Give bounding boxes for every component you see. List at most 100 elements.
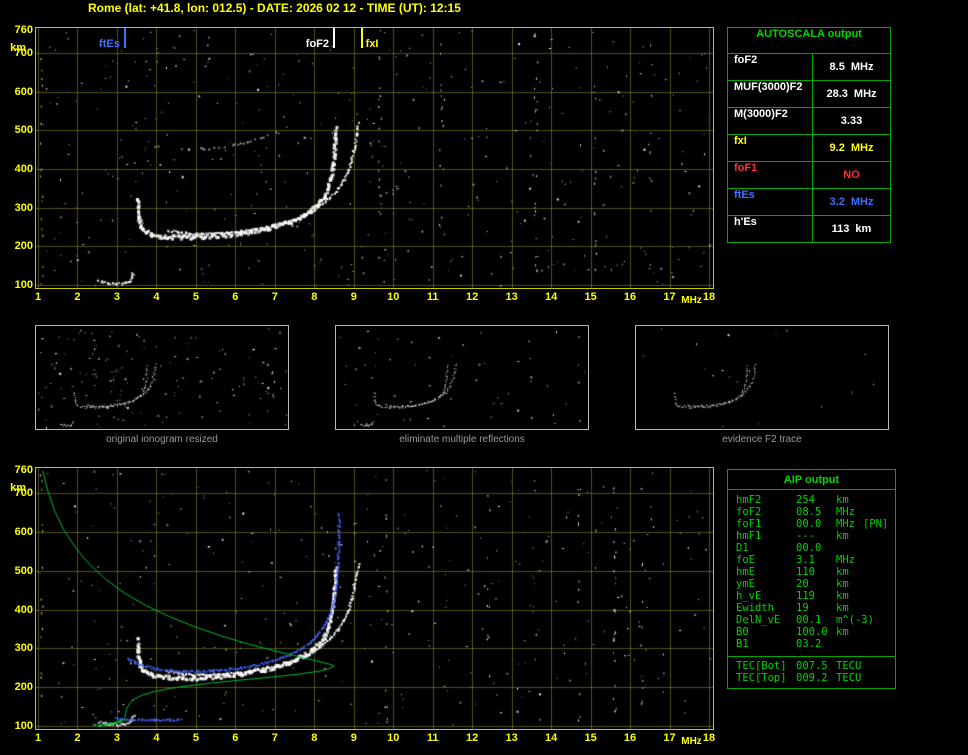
autoscala-row-value: 113 km xyxy=(831,223,872,235)
autoscala-row-value: 3.33 xyxy=(840,115,863,127)
autoscala-row-value: NO xyxy=(843,169,860,181)
autoscala-row-value: 3.2 MHz xyxy=(829,196,874,208)
x-axis-tick-label: 8 xyxy=(311,291,318,303)
x-axis-tick-label: 8 xyxy=(311,732,318,744)
aip-row-hme: hmE 110 km xyxy=(736,566,849,578)
x-axis-tick-label: 9 xyxy=(350,732,357,744)
y-axis-tick-label: 300 xyxy=(14,642,33,655)
aip-row-b0: B0 100.0 km xyxy=(736,626,849,638)
aip-row-d1: D1 00.0 xyxy=(736,542,822,554)
thumbnail-caption-eliminate: eliminate multiple reflections xyxy=(399,434,525,445)
x-axis-tick-label: 3 xyxy=(113,732,120,744)
aip-table-title: AIP output xyxy=(728,470,895,490)
x-axis-tick-label: 14 xyxy=(544,732,558,744)
y-axis-tick-label: 500 xyxy=(14,124,33,137)
ionogram-plot-bottom xyxy=(35,467,714,730)
y-axis-unit-label: km xyxy=(10,42,26,54)
x-axis-tick-label: 9 xyxy=(350,291,357,303)
x-axis-tick-label: 13 xyxy=(505,732,518,744)
y-axis-unit-label: km xyxy=(10,482,26,494)
x-axis-tick-label: 6 xyxy=(232,732,239,744)
x-axis-tick-label: 16 xyxy=(623,732,637,744)
aip-row-yme: ymE 20 km xyxy=(736,578,849,590)
x-axis-tick-label: 4 xyxy=(153,291,160,303)
aip-row-tectop: TEC[Top] 009.2 TECU xyxy=(736,672,862,684)
thumbnail-caption-original: original ionogram resized xyxy=(106,434,218,445)
x-axis-tick-label: 2 xyxy=(74,291,81,303)
thumbnail-eliminate-reflections xyxy=(335,325,589,430)
ionogram-canvas-bottom xyxy=(36,468,713,729)
y-axis-tick-label: 200 xyxy=(14,240,33,253)
y-axis-tick-label: 600 xyxy=(14,526,33,539)
aip-row-foe: foE 3.1 MHz xyxy=(736,554,855,566)
y-axis-tick-label: 500 xyxy=(14,564,33,577)
x-axis-tick-label: 1 xyxy=(34,732,42,744)
y-axis-tick-label: 400 xyxy=(14,603,33,616)
autoscala-row-value: 28.3 MHz xyxy=(826,88,877,100)
autoscala-row-value: 8.5 MHz xyxy=(829,61,874,73)
autoscala-row-fof2: foF2 8.5 MHz xyxy=(728,54,890,81)
x-axis-tick-label: 10 xyxy=(387,732,400,744)
autoscala-row-muf3000f2: MUF(3000)F2 28.3 MHz xyxy=(728,81,890,108)
autoscala-row-label: MUF(3000)F2 xyxy=(728,81,813,107)
aip-parameter-rows: hmF2 254 km foF2 08.5 MHz foF1 00.0 MHz [PN] hmF1-… xyxy=(728,490,895,653)
page-title: Rome (lat: +41.8, lon: 012.5) - DATE: 20… xyxy=(88,1,461,15)
ftes-marker-label: ftEs xyxy=(99,38,120,50)
ionogram-canvas-top xyxy=(36,28,713,288)
x-axis-tick-label: 1 xyxy=(34,291,42,303)
autoscala-row-m3000f2: M(3000)F2 3.33 xyxy=(728,108,890,135)
aip-row-hmf1: hmF1 --- km xyxy=(736,530,849,542)
aip-row-tecbot: TEC[Bot] 007.5 TECU xyxy=(736,660,862,672)
x-axis-tick-label: 12 xyxy=(466,291,479,303)
autoscala-row-label: ftEs xyxy=(728,189,813,215)
aip-row-ewidth: Ewidth 19 km xyxy=(736,602,849,614)
x-axis-tick-label: 10 xyxy=(387,291,400,303)
autoscala-row-ftes: ftEs 3.2 MHz xyxy=(728,189,890,216)
x-axis-tick-label: 14 xyxy=(544,291,558,303)
thumbnail-canvas-original xyxy=(36,326,288,429)
thumbnail-caption-evidence: evidence F2 trace xyxy=(722,434,802,445)
autoscala-row-label: M(3000)F2 xyxy=(728,108,813,134)
autoscala-window: Rome (lat: +41.8, lon: 012.5) - DATE: 20… xyxy=(0,0,968,755)
y-axis-tick-label: 100 xyxy=(14,279,33,291)
autoscala-row-hes: h'Es 113 km xyxy=(728,216,890,242)
x-axis-tick-label: 4 xyxy=(153,732,160,744)
autoscala-output-table: AUTOSCALA output foF2 8.5 MHz MUF(3000)F2 28.… xyxy=(727,27,891,243)
x-axis-tick-label: 2 xyxy=(74,732,81,744)
fof2-marker-label: foF2 xyxy=(305,38,330,50)
y-axis-tick-label: 760 xyxy=(14,24,33,36)
autoscala-row-label: h'Es xyxy=(728,216,813,242)
autoscala-table-title: AUTOSCALA output xyxy=(728,28,890,54)
aip-row-hmf2: hmF2 254 km xyxy=(736,494,849,506)
fof2-marker-line xyxy=(333,28,336,48)
x-axis-tick-label: 11 xyxy=(426,291,439,303)
y-axis-tick-label: 760 xyxy=(14,464,33,476)
autoscala-row-fxi: fxI 9.2 MHz xyxy=(728,135,890,162)
y-axis-tick-label: 200 xyxy=(14,681,33,694)
x-axis-tick-label: 17 xyxy=(663,732,676,744)
x-axis-tick-label: 16 xyxy=(623,291,637,303)
x-axis-tick-label: 5 xyxy=(192,291,199,303)
aip-row-delnve: DelN_vE 00.1 m^(-3) xyxy=(736,614,874,626)
x-axis-tick-label: 11 xyxy=(426,732,439,744)
x-axis-tick-label: 13 xyxy=(505,291,518,303)
y-axis-tick-label: 400 xyxy=(14,163,33,176)
fxi-marker-label: fxI xyxy=(365,38,379,50)
autoscala-row-fof1: foF1 NO xyxy=(728,162,890,189)
aip-row-fof2: foF2 08.5 MHz xyxy=(736,506,855,518)
aip-row-b1: B1 03.2 xyxy=(736,638,822,650)
aip-output-table: AIP output hmF2 254 km foF2 08.5 MHz foF1 00.0 MH… xyxy=(727,469,896,689)
fxi-marker-line xyxy=(360,28,363,48)
thumbnail-original-ionogram xyxy=(35,325,289,430)
x-axis-tick-label: 6 xyxy=(232,291,239,303)
aip-row-hve: h_vE 119 km xyxy=(736,590,849,602)
autoscala-row-label: foF1 xyxy=(728,162,813,188)
y-axis-tick-label: 600 xyxy=(14,85,33,98)
autoscala-row-label: fxI xyxy=(728,135,813,161)
y-axis-tick-label: 300 xyxy=(14,201,33,214)
x-axis-unit-label: MHz xyxy=(681,295,702,306)
ftes-marker-line xyxy=(123,28,126,48)
thumbnail-canvas-eliminate xyxy=(336,326,588,429)
x-axis-tick-label: 7 xyxy=(271,291,278,303)
aip-tec-rows: TEC[Bot] 007.5 TECU TEC[Top] 009.2 TECU xyxy=(728,656,895,688)
